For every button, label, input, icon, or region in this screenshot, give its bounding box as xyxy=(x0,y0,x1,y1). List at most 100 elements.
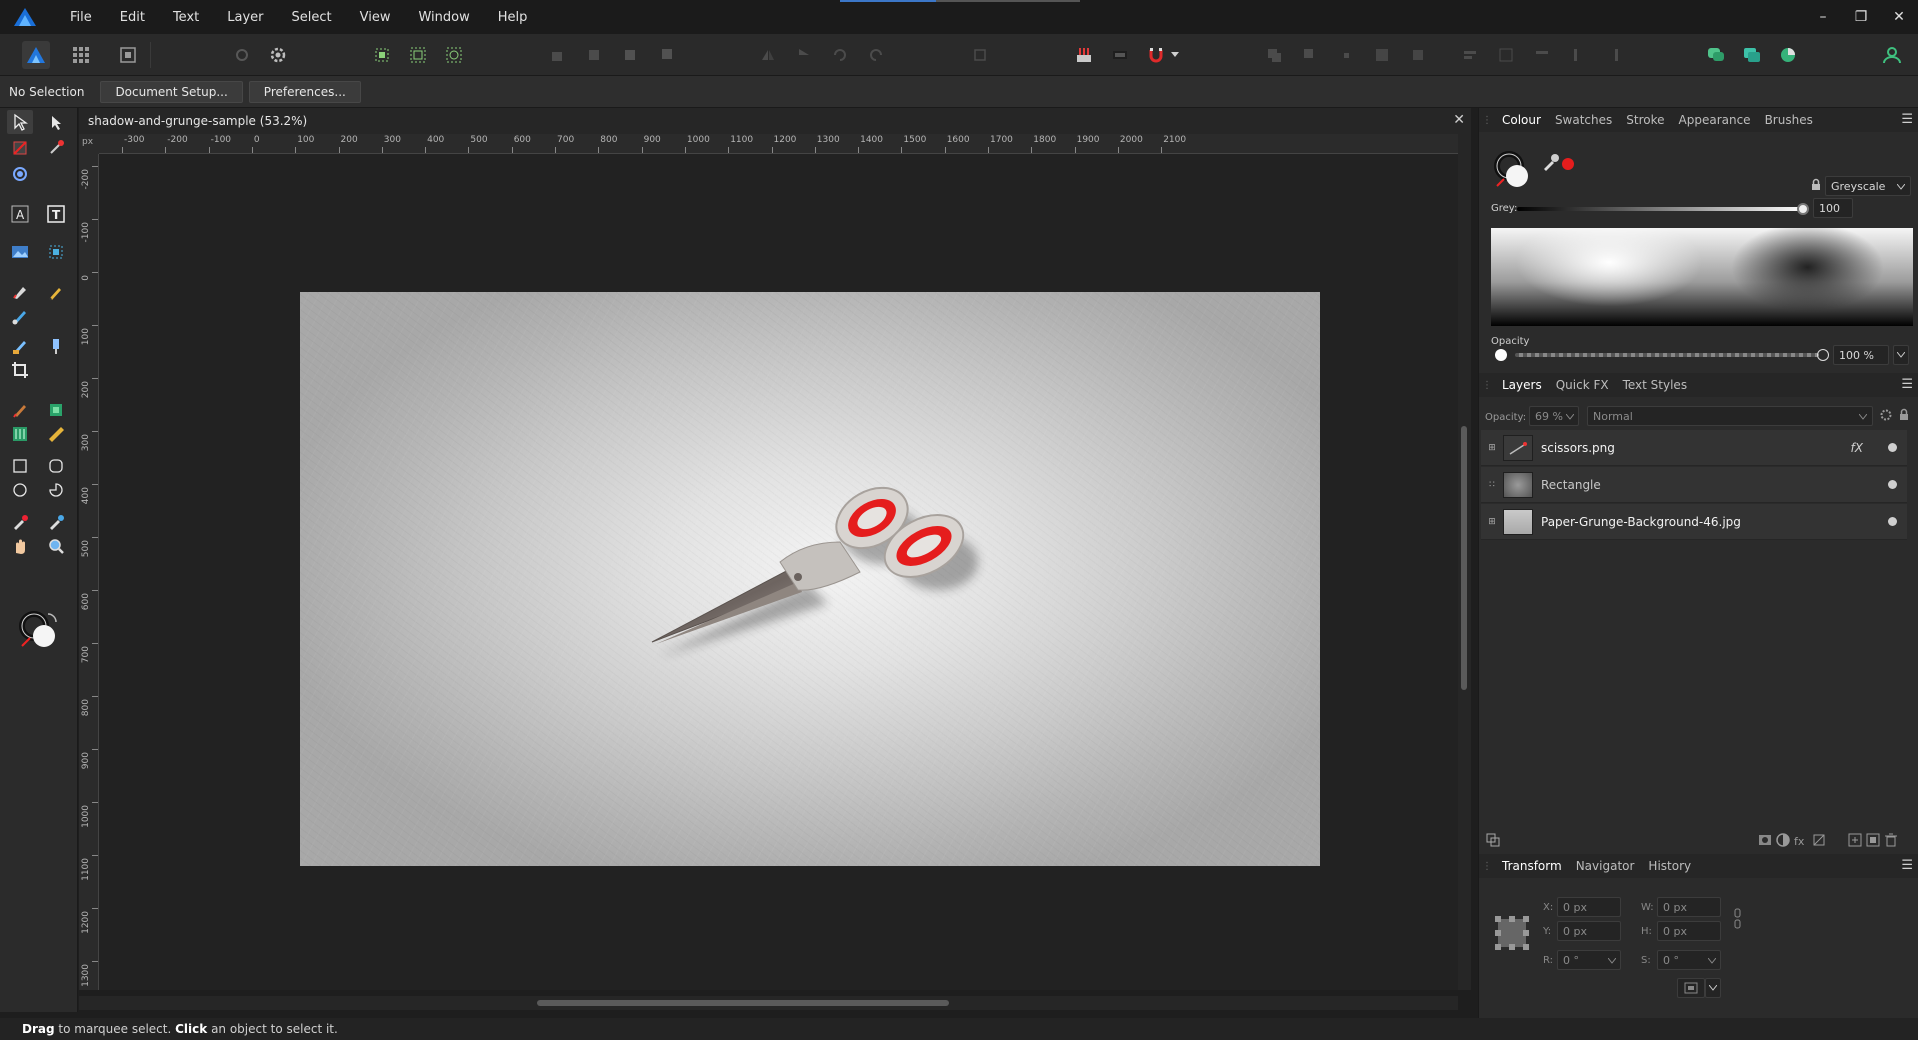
lock-icon[interactable] xyxy=(1809,178,1823,192)
pen-tool[interactable] xyxy=(7,280,33,304)
vector-brush-tool[interactable] xyxy=(7,304,33,328)
boolean-intersect-button[interactable] xyxy=(1332,41,1360,69)
vertical-scroll-thumb[interactable] xyxy=(1461,426,1467,690)
snapping-options-button[interactable] xyxy=(1106,41,1134,69)
menu-text[interactable]: Text xyxy=(159,0,213,34)
expand-layer-icon[interactable]: ⊞ xyxy=(1485,443,1499,453)
pixel-brush-tool[interactable] xyxy=(7,398,33,422)
panel-grip-icon[interactable]: ⋮ xyxy=(1479,861,1495,872)
rounded-rectangle-tool[interactable] xyxy=(43,454,69,478)
ruler-origin[interactable]: px xyxy=(79,134,99,154)
minimize-button[interactable]: – xyxy=(1804,0,1842,34)
insert-target-button[interactable] xyxy=(966,41,994,69)
menu-help[interactable]: Help xyxy=(484,0,542,34)
live-filter-icon[interactable] xyxy=(1811,832,1827,848)
colour-swatch-selector[interactable] xyxy=(18,610,62,654)
document-settings-button[interactable] xyxy=(228,41,256,69)
contour-tool[interactable] xyxy=(7,162,33,186)
frame-text-tool[interactable]: T xyxy=(43,202,69,226)
align-right-button[interactable] xyxy=(1528,41,1556,69)
link-aspect-icon[interactable] xyxy=(1733,908,1743,930)
layer-row-scissors[interactable]: ⊞ scissors.png fX xyxy=(1481,430,1907,466)
h-input[interactable]: 0 px xyxy=(1657,921,1721,941)
transform-tab-history[interactable]: History xyxy=(1641,859,1698,873)
grey-value-input[interactable]: 100 xyxy=(1813,198,1853,218)
preferences-button[interactable]: Preferences... xyxy=(248,80,361,103)
order-backward-button[interactable] xyxy=(580,41,608,69)
boolean-add-button[interactable] xyxy=(1260,41,1288,69)
layers-tab-layers[interactable]: Layers xyxy=(1495,378,1549,392)
y-input[interactable]: 0 px xyxy=(1557,921,1621,941)
measure-tool[interactable] xyxy=(43,422,69,446)
order-front-button[interactable] xyxy=(652,41,680,69)
transform-origin-dropdown[interactable] xyxy=(1705,978,1721,998)
canvas[interactable] xyxy=(99,154,1458,990)
menu-view[interactable]: View xyxy=(346,0,405,34)
arrange-layers-button[interactable] xyxy=(1738,41,1766,69)
colour-spectrum[interactable] xyxy=(1491,228,1913,326)
opacity-slider-handle[interactable] xyxy=(1817,349,1829,361)
pencil-tool[interactable] xyxy=(43,280,69,304)
assistant-button[interactable] xyxy=(1702,41,1730,69)
opacity-value-input[interactable]: 100 % xyxy=(1833,345,1889,365)
point-transform-tool[interactable] xyxy=(43,136,69,160)
layers-tab-text-styles[interactable]: Text Styles xyxy=(1616,378,1694,392)
magnet-snapping-button[interactable] xyxy=(1142,41,1170,69)
panel-menu-icon[interactable]: ☰ xyxy=(1901,377,1913,392)
opacity-slider[interactable] xyxy=(1515,353,1819,357)
colour-tab-colour[interactable]: Colour xyxy=(1495,113,1548,127)
expand-layer-icon[interactable]: ∷ xyxy=(1485,480,1499,490)
node-tool[interactable] xyxy=(43,110,69,134)
colour-tab-appearance[interactable]: Appearance xyxy=(1672,113,1758,127)
picked-colour-swatch[interactable] xyxy=(1562,158,1574,170)
transform-tab-transform[interactable]: Transform xyxy=(1495,859,1569,873)
align-left-button[interactable] xyxy=(1456,41,1484,69)
layer-opacity-input[interactable]: 69 % xyxy=(1529,406,1579,426)
align-top-button[interactable] xyxy=(1564,41,1592,69)
transform-tab-navigator[interactable]: Navigator xyxy=(1569,859,1642,873)
add-group-icon[interactable] xyxy=(1865,832,1881,848)
horizontal-scrollbar[interactable] xyxy=(79,996,1458,1010)
fill-tool[interactable] xyxy=(7,334,33,358)
order-forward-button[interactable] xyxy=(616,41,644,69)
close-button[interactable]: ✕ xyxy=(1880,0,1918,34)
gradient-tool[interactable] xyxy=(7,422,33,446)
close-document-icon[interactable]: ✕ xyxy=(1453,112,1465,128)
vertical-ruler[interactable]: -200 -100 0 100 200 300 400 500 600 700 800 900 1000… xyxy=(79,154,99,990)
menu-window[interactable]: Window xyxy=(404,0,483,34)
menu-file[interactable]: File xyxy=(56,0,106,34)
account-button[interactable] xyxy=(1878,41,1906,69)
export-persona-button[interactable] xyxy=(114,41,142,69)
layer-row-rectangle[interactable]: ∷ Rectangle xyxy=(1481,467,1907,503)
artboard-paper-grunge[interactable] xyxy=(300,292,1320,866)
ellipse-tool[interactable] xyxy=(7,478,33,502)
panel-grip-icon[interactable]: ⋮ xyxy=(1479,380,1495,391)
w-input[interactable]: 0 px xyxy=(1657,897,1721,917)
colour-fill-stroke-selector[interactable] xyxy=(1493,150,1537,194)
menu-layer[interactable]: Layer xyxy=(213,0,277,34)
rectangle-tool[interactable] xyxy=(7,454,33,478)
vertical-scrollbar[interactable] xyxy=(1458,134,1471,990)
color-picker-tool[interactable] xyxy=(7,510,33,534)
document-setup-button[interactable]: Document Setup... xyxy=(100,80,243,103)
move-tool[interactable] xyxy=(7,110,33,134)
colour-mode-select[interactable]: Greyscale xyxy=(1825,176,1911,196)
menu-select[interactable]: Select xyxy=(278,0,346,34)
snap-geometry-button[interactable] xyxy=(440,41,468,69)
add-layer-icon[interactable] xyxy=(1847,832,1863,848)
selection-brush-tool[interactable] xyxy=(43,398,69,422)
snapping-button[interactable] xyxy=(1070,41,1098,69)
visibility-toggle[interactable] xyxy=(1888,480,1897,489)
rotate-ccw-button[interactable] xyxy=(826,41,854,69)
panel-menu-icon[interactable]: ☰ xyxy=(1901,112,1913,127)
layer-row-paper-grunge[interactable]: ⊞ Paper-Grunge-Background-46.jpg xyxy=(1481,504,1907,540)
pixel-persona-button[interactable] xyxy=(67,41,95,69)
scissors-image[interactable] xyxy=(300,292,1320,866)
anchor-point-icon[interactable] xyxy=(1493,914,1531,952)
x-input[interactable]: 0 px xyxy=(1557,897,1621,917)
visibility-toggle[interactable] xyxy=(1888,443,1897,452)
designer-persona-button[interactable] xyxy=(22,41,50,69)
horizontal-ruler[interactable]: -300 -200 -100 0 100 200 300 400 500 600 700 800 900… xyxy=(99,134,1458,154)
shear-input[interactable]: 0 ° xyxy=(1657,950,1721,970)
flip-v-button[interactable] xyxy=(790,41,818,69)
